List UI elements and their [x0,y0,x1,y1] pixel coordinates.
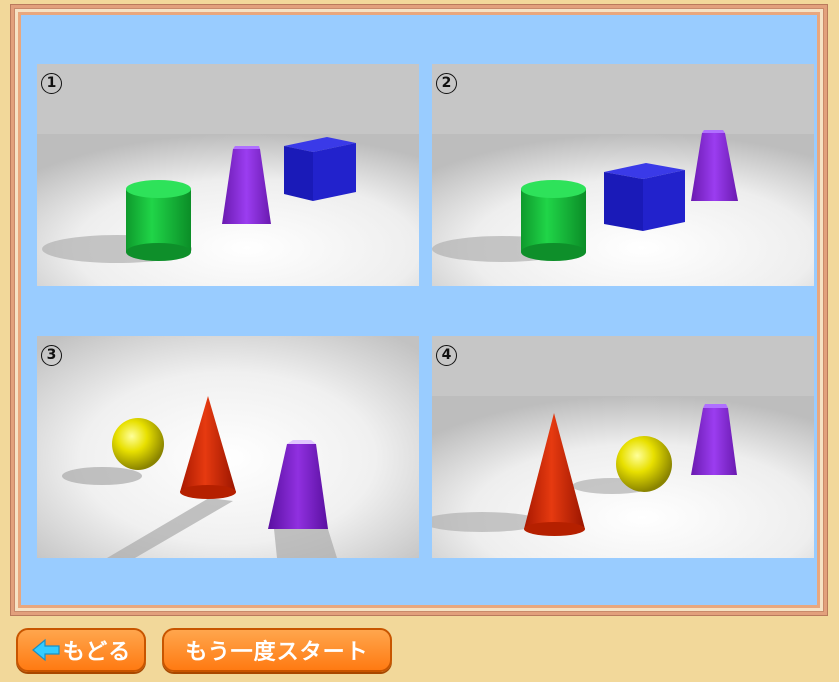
option-1-panel[interactable]: 1 [37,64,419,286]
option-2-panel[interactable]: 2 [432,64,814,286]
cylinder-shape [521,180,586,261]
option-2-scene [432,64,814,286]
sphere-shape [112,418,164,470]
option-number: 1 [41,73,62,94]
option-number: 3 [41,345,62,366]
option-3-panel[interactable]: 3 [37,336,419,558]
restart-button-label: もう一度スタート [185,640,369,665]
cylinder-shape [126,180,191,261]
shadow [274,526,337,558]
sphere-shape [616,436,672,492]
cube-shape [604,163,685,231]
frame-border-inner: 1 2 3 4 [18,12,820,608]
option-3-scene [37,336,419,558]
option-number: 4 [436,345,457,366]
option-4-scene [432,336,814,558]
frame-border: 1 2 3 4 [14,8,824,612]
back-button-label: もどる [62,640,132,665]
picture-frame: 1 2 3 4 [10,4,828,616]
choices-area: 1 2 3 4 [21,15,817,605]
option-number: 2 [436,73,457,94]
cube-shape [284,137,356,201]
shadow [62,467,142,485]
option-1-scene [37,64,419,286]
option-4-panel[interactable]: 4 [432,336,814,558]
back-button[interactable]: もどる [16,628,146,672]
restart-button[interactable]: もう一度スタート [162,628,392,672]
left-arrow-icon [31,638,60,662]
